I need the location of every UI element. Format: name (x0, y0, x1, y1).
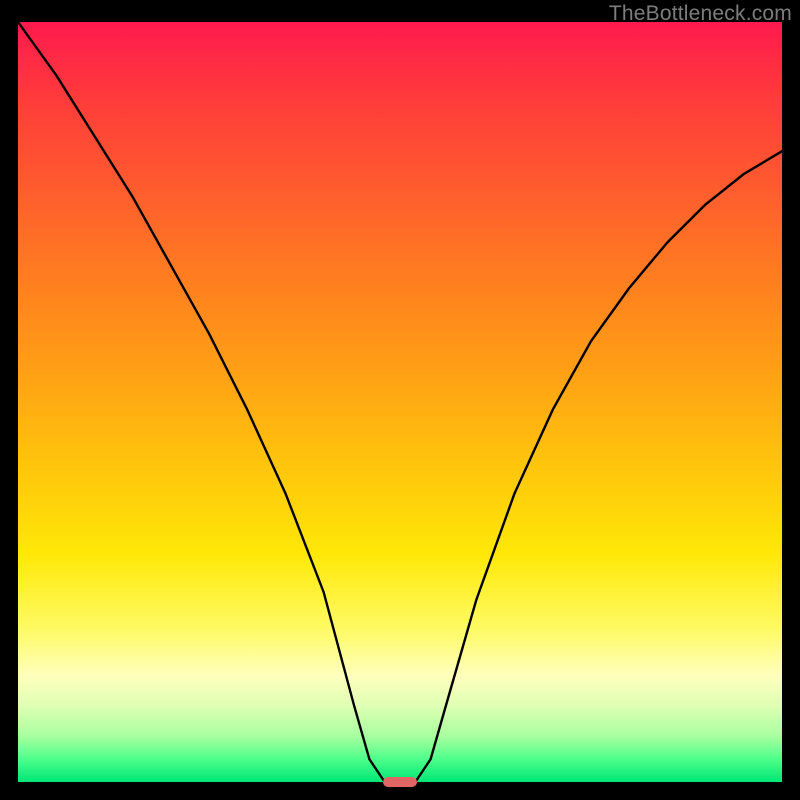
plot-area (18, 22, 782, 782)
bottleneck-curve (18, 22, 782, 782)
optimum-marker (383, 777, 417, 788)
chart-frame: TheBottleneck.com (0, 0, 800, 800)
curve-path (18, 22, 782, 782)
